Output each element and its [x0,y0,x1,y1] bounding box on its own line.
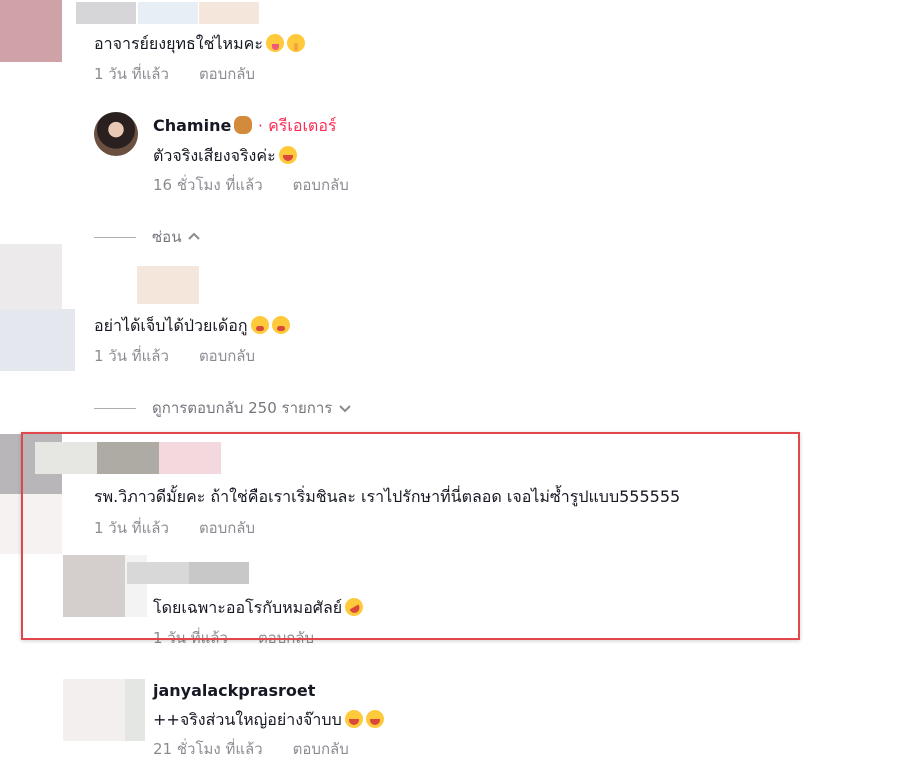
squinting-tongue-emoji [265,34,284,52]
creator-badge: · ครีเอเตอร์ [257,116,337,135]
redacted-name [138,2,198,24]
reply-button[interactable]: ตอบกลับ [199,65,255,83]
comment-meta: 16 ชั่วโมง ที่แล้ว ตอบกลับ [153,175,349,195]
redacted-name [137,266,199,304]
redacted-avatar [0,244,62,309]
redacted-avatar [0,0,62,62]
redacted-name [76,2,136,24]
laughing-face-emoji [365,710,384,728]
comment-text: ตัวจริงเสียงจริงค่ะ [153,145,297,167]
username[interactable]: Chamine · ครีเอเตอร์ [153,115,337,137]
avatar[interactable] [94,112,138,156]
view-replies-button[interactable]: ดูการตอบกลับ 250 รายการ [94,398,352,418]
reply-button[interactable]: ตอบกลับ [199,347,255,365]
teddy-bear-emoji [234,116,253,134]
reply-button[interactable]: ตอบกลับ [293,740,349,758]
laughing-face-emoji [344,710,363,728]
hide-replies-button[interactable]: ซ่อน [94,227,201,247]
comment-timestamp: 21 ชั่วโมง ที่แล้ว [153,740,263,758]
comment-timestamp: 1 วัน ที่แล้ว [94,65,169,83]
laughing-face-emoji [278,146,297,164]
username[interactable]: janyalackprasroet [153,680,315,702]
comment-text: อาจารย์ยงยุทธใช่ไหมคะ [94,33,305,55]
avatar[interactable] [63,679,125,741]
comment-meta: 1 วัน ที่แล้ว ตอบกลับ [94,64,255,84]
comment-text: อย่าได้เจ็บได้ป่วยเด้อกู [94,315,290,337]
divider-line [94,407,136,409]
chevron-up-icon [188,232,201,240]
tired-face-emoji [250,316,269,334]
reply-button[interactable]: ตอบกลับ [293,176,349,194]
comment-timestamp: 1 วัน ที่แล้ว [94,347,169,365]
shushing-face-emoji [286,34,305,52]
redacted-name [199,2,259,24]
comment-meta: 1 วัน ที่แล้ว ตอบกลับ [94,346,255,366]
highlight-box [21,432,800,640]
chevron-down-icon [339,405,352,413]
avatar [125,679,145,741]
redacted-avatar [0,309,75,371]
divider-line [94,236,136,238]
comment-meta: 21 ชั่วโมง ที่แล้ว ตอบกลับ [153,739,349,759]
comment-text: ++จริงส่วนใหญ่อย่างจ๊าบบ [153,709,384,731]
tired-face-emoji [271,316,290,334]
comment-timestamp: 16 ชั่วโมง ที่แล้ว [153,176,263,194]
